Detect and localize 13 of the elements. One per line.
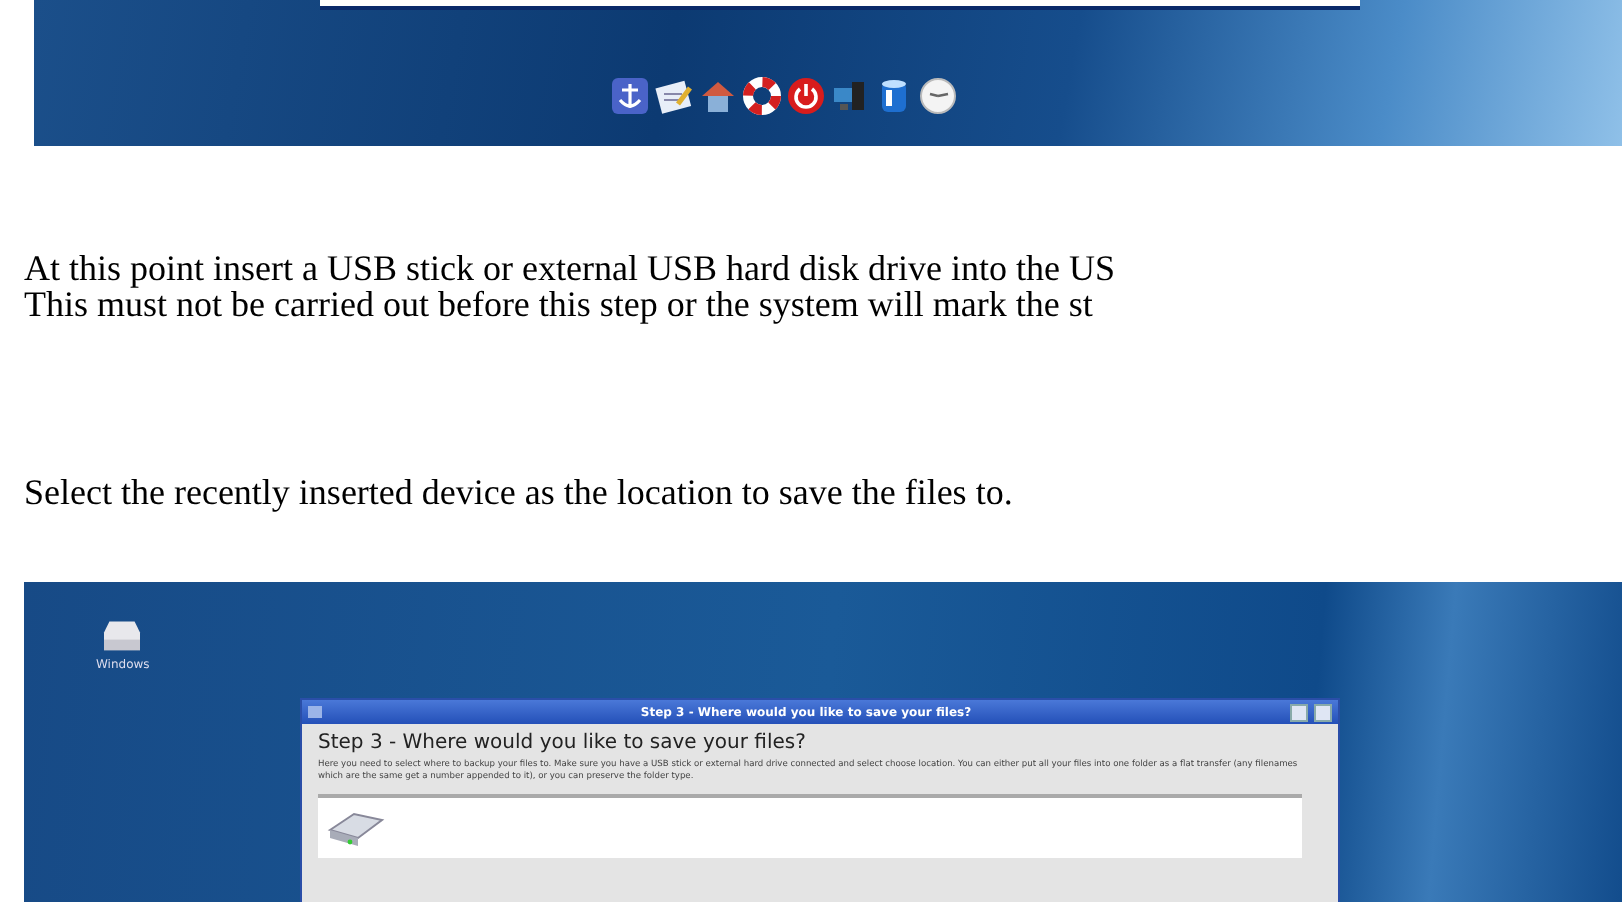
monitor-icon[interactable] — [830, 76, 870, 116]
lifebuoy-icon[interactable] — [742, 76, 782, 116]
close-icon[interactable] — [1314, 703, 1332, 721]
minimize-icon[interactable] — [1290, 703, 1308, 721]
anchor-icon[interactable] — [610, 76, 650, 116]
body-text-line: This must not be carried out before this step or the system will mark the st — [24, 286, 1095, 322]
dialog-heading: Step 3 - Where would you like to save your files? — [318, 732, 808, 754]
clock-icon[interactable] — [918, 76, 958, 116]
body-text-line: Select the recently inserted device as the location to save the files to. — [24, 474, 1015, 510]
notepad-icon[interactable] — [654, 76, 694, 116]
body-text-line: At this point insert a USB stick or external USB hard disk drive into the US — [24, 250, 1117, 286]
house-icon[interactable] — [698, 76, 738, 116]
power-icon[interactable] — [786, 76, 826, 116]
